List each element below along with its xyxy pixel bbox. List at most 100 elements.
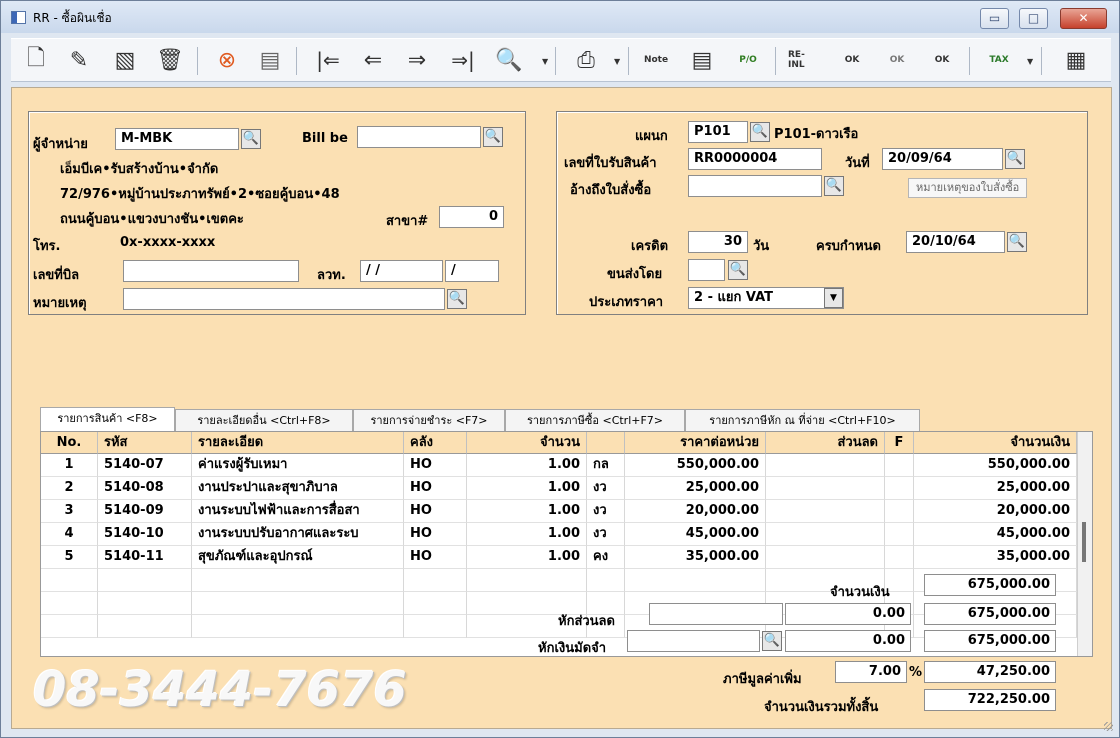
table-cell[interactable]: 45,000.00 <box>914 523 1077 546</box>
return-icon[interactable]: RE-INL <box>788 50 820 70</box>
receipt-date-input[interactable]: 20/09/64 <box>882 148 1003 170</box>
empty-table-cell[interactable] <box>41 592 98 615</box>
price-type-dropdown-icon[interactable]: ▼ <box>824 288 843 308</box>
column-header-quantity[interactable]: จำนวน <box>467 432 587 454</box>
tab-other-details[interactable]: รายละเอียดอื่น <Ctrl+F8> <box>175 409 353 431</box>
empty-table-cell[interactable] <box>192 615 404 638</box>
table-cell[interactable]: 35,000.00 <box>625 546 766 569</box>
table-cell[interactable]: งว <box>587 477 625 500</box>
search-dropdown-icon[interactable]: ▼ <box>542 57 548 66</box>
price-type-select[interactable]: 2 - แยก VAT <box>688 287 844 309</box>
table-cell[interactable]: HO <box>404 523 467 546</box>
empty-table-cell[interactable] <box>98 569 192 592</box>
shipping-input[interactable] <box>688 259 725 281</box>
po-note-button[interactable]: หมายเหตุของใบสั่งซื้อ <box>908 178 1028 198</box>
table-cell[interactable]: 5140-09 <box>98 500 192 523</box>
title-bar[interactable]: RR - ซื้อผินเชื่อ ▭ □ ✕ <box>1 1 1119 33</box>
link-ok-icon[interactable]: OK <box>890 55 905 65</box>
bill-be-input[interactable] <box>357 126 481 148</box>
last-record-icon[interactable]: ⇒| <box>447 44 479 76</box>
department-code-input[interactable]: P101 <box>688 121 748 143</box>
table-cell[interactable] <box>766 500 885 523</box>
note-icon[interactable]: Note <box>644 55 668 65</box>
column-header-number[interactable]: No. <box>41 432 98 454</box>
empty-table-cell[interactable] <box>192 569 404 592</box>
table-cell[interactable]: 35,000.00 <box>914 546 1077 569</box>
settings-sheet-icon[interactable]: ▦ <box>1060 44 1092 76</box>
table-cell[interactable]: 5140-07 <box>98 454 192 477</box>
table-vertical-scrollbar[interactable] <box>1077 432 1092 656</box>
delete-trash-icon[interactable]: 🗑 <box>154 44 186 76</box>
vendor-code-input[interactable]: M-MBK <box>115 128 239 150</box>
table-cell[interactable]: 4 <box>41 523 98 546</box>
column-header-discount[interactable]: ส่วนลด <box>766 432 885 454</box>
table-cell[interactable]: HO <box>404 477 467 500</box>
deposit-lookup-icon[interactable]: 🔍 <box>762 631 782 651</box>
table-cell[interactable]: 25,000.00 <box>625 477 766 500</box>
save-icon[interactable]: ▤ <box>254 44 286 76</box>
edit-icon[interactable]: ✎ <box>63 44 95 76</box>
table-cell[interactable]: 20,000.00 <box>914 500 1077 523</box>
approve-ok-icon[interactable]: OK <box>845 55 860 65</box>
due-date-input[interactable]: 20/10/64 <box>906 231 1005 253</box>
empty-table-cell[interactable] <box>41 615 98 638</box>
department-lookup-icon[interactable]: 🔍 <box>750 122 770 142</box>
po-reference-input[interactable] <box>688 175 822 197</box>
tab-purchase-tax[interactable]: รายการภาษีซื้อ <Ctrl+F7> <box>505 409 685 431</box>
bill-number-input[interactable] <box>123 260 299 282</box>
table-cell[interactable]: งานระบบไฟฟ้าและการสื่อสา <box>192 500 404 523</box>
table-cell[interactable]: 5140-10 <box>98 523 192 546</box>
table-cell[interactable]: 20,000.00 <box>625 500 766 523</box>
table-cell[interactable]: งานระบบปรับอากาศและระบ <box>192 523 404 546</box>
table-cell[interactable]: 2 <box>41 477 98 500</box>
tab-payments[interactable]: รายการจ่ายชำระ <F7> <box>353 409 505 431</box>
table-cell[interactable]: สุขภัณฑ์และอุปกรณ์ <box>192 546 404 569</box>
table-cell[interactable]: 5140-11 <box>98 546 192 569</box>
po-reference-lookup-icon[interactable]: 🔍 <box>824 176 844 196</box>
deposit-input[interactable] <box>627 630 760 652</box>
table-cell[interactable]: กล <box>587 454 625 477</box>
table-cell[interactable] <box>885 523 914 546</box>
vat-rate-input[interactable]: 7.00 <box>835 661 907 683</box>
table-cell[interactable]: 25,000.00 <box>914 477 1077 500</box>
empty-table-cell[interactable] <box>587 569 625 592</box>
branch-input[interactable]: 0 <box>439 206 504 228</box>
receipt-date-picker-icon[interactable]: 🔍 <box>1005 149 1025 169</box>
table-cell[interactable]: 1 <box>41 454 98 477</box>
minimize-button[interactable]: ▭ <box>980 8 1009 29</box>
column-header-description[interactable]: รายละเอียด <box>192 432 404 454</box>
search-icon[interactable]: 🔍 <box>493 44 525 76</box>
table-cell[interactable]: 5140-08 <box>98 477 192 500</box>
table-cell[interactable]: งว <box>587 523 625 546</box>
column-header-amount[interactable]: จำนวนเงิน <box>914 432 1077 454</box>
table-cell[interactable] <box>885 477 914 500</box>
empty-table-cell[interactable] <box>404 592 467 615</box>
document-ok-icon[interactable]: OK <box>935 55 950 65</box>
scrollbar-thumb[interactable] <box>1082 522 1086 562</box>
register-icon[interactable]: ▤ <box>686 44 718 76</box>
table-cell[interactable]: 45,000.00 <box>625 523 766 546</box>
table-cell[interactable] <box>885 500 914 523</box>
column-header-flag[interactable]: F <box>885 432 914 454</box>
column-header-unit[interactable] <box>587 432 625 454</box>
discount-input[interactable] <box>649 603 783 625</box>
table-cell[interactable]: 550,000.00 <box>914 454 1077 477</box>
shipping-lookup-icon[interactable]: 🔍 <box>728 260 748 280</box>
table-cell[interactable] <box>766 454 885 477</box>
table-cell[interactable]: HO <box>404 454 467 477</box>
table-cell[interactable]: 1.00 <box>467 546 587 569</box>
table-cell[interactable] <box>766 546 885 569</box>
bill-date-year-input[interactable]: / <box>445 260 499 282</box>
bill-be-lookup-icon[interactable]: 🔍 <box>483 127 503 147</box>
table-cell[interactable]: 1.00 <box>467 454 587 477</box>
table-cell[interactable]: งว <box>587 500 625 523</box>
print-icon[interactable]: ⎙ <box>570 44 602 76</box>
table-cell[interactable] <box>885 546 914 569</box>
column-header-warehouse[interactable]: คลัง <box>404 432 467 454</box>
next-record-icon[interactable]: ⇒ <box>401 44 433 76</box>
vendor-lookup-icon[interactable]: 🔍 <box>241 129 261 149</box>
close-button[interactable]: ✕ <box>1060 8 1107 29</box>
new-document-icon[interactable]: 🗋 <box>20 44 52 76</box>
remark-input[interactable] <box>123 288 445 310</box>
table-cell[interactable]: 5 <box>41 546 98 569</box>
